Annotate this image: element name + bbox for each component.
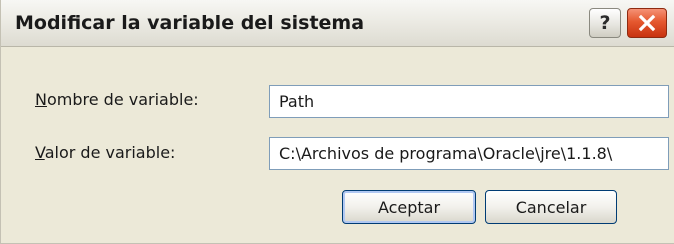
title-bar[interactable]: Modificar la variable del sistema ? (1, 0, 674, 47)
variable-value-label-text: alor de variable: (44, 143, 176, 162)
variable-name-input[interactable] (269, 85, 669, 118)
variable-value-label-accelerator: V (35, 143, 45, 162)
cancel-button[interactable]: Cancelar (485, 190, 617, 224)
close-icon (638, 14, 656, 32)
dialog-window: Modificar la variable del sistema ? Nomb… (0, 0, 674, 244)
window-title: Modificar la variable del sistema (15, 12, 365, 34)
variable-name-label-accelerator: N (35, 90, 47, 109)
help-button[interactable]: ? (589, 8, 621, 38)
variable-value-input[interactable] (269, 137, 669, 170)
accept-button[interactable]: Aceptar (342, 190, 476, 224)
variable-value-label: Valor de variable: (35, 143, 175, 162)
variable-name-label: Nombre de variable: (35, 90, 199, 109)
variable-name-label-text: ombre de variable: (46, 90, 199, 109)
question-mark-icon: ? (599, 12, 611, 34)
close-button[interactable] (627, 8, 667, 38)
